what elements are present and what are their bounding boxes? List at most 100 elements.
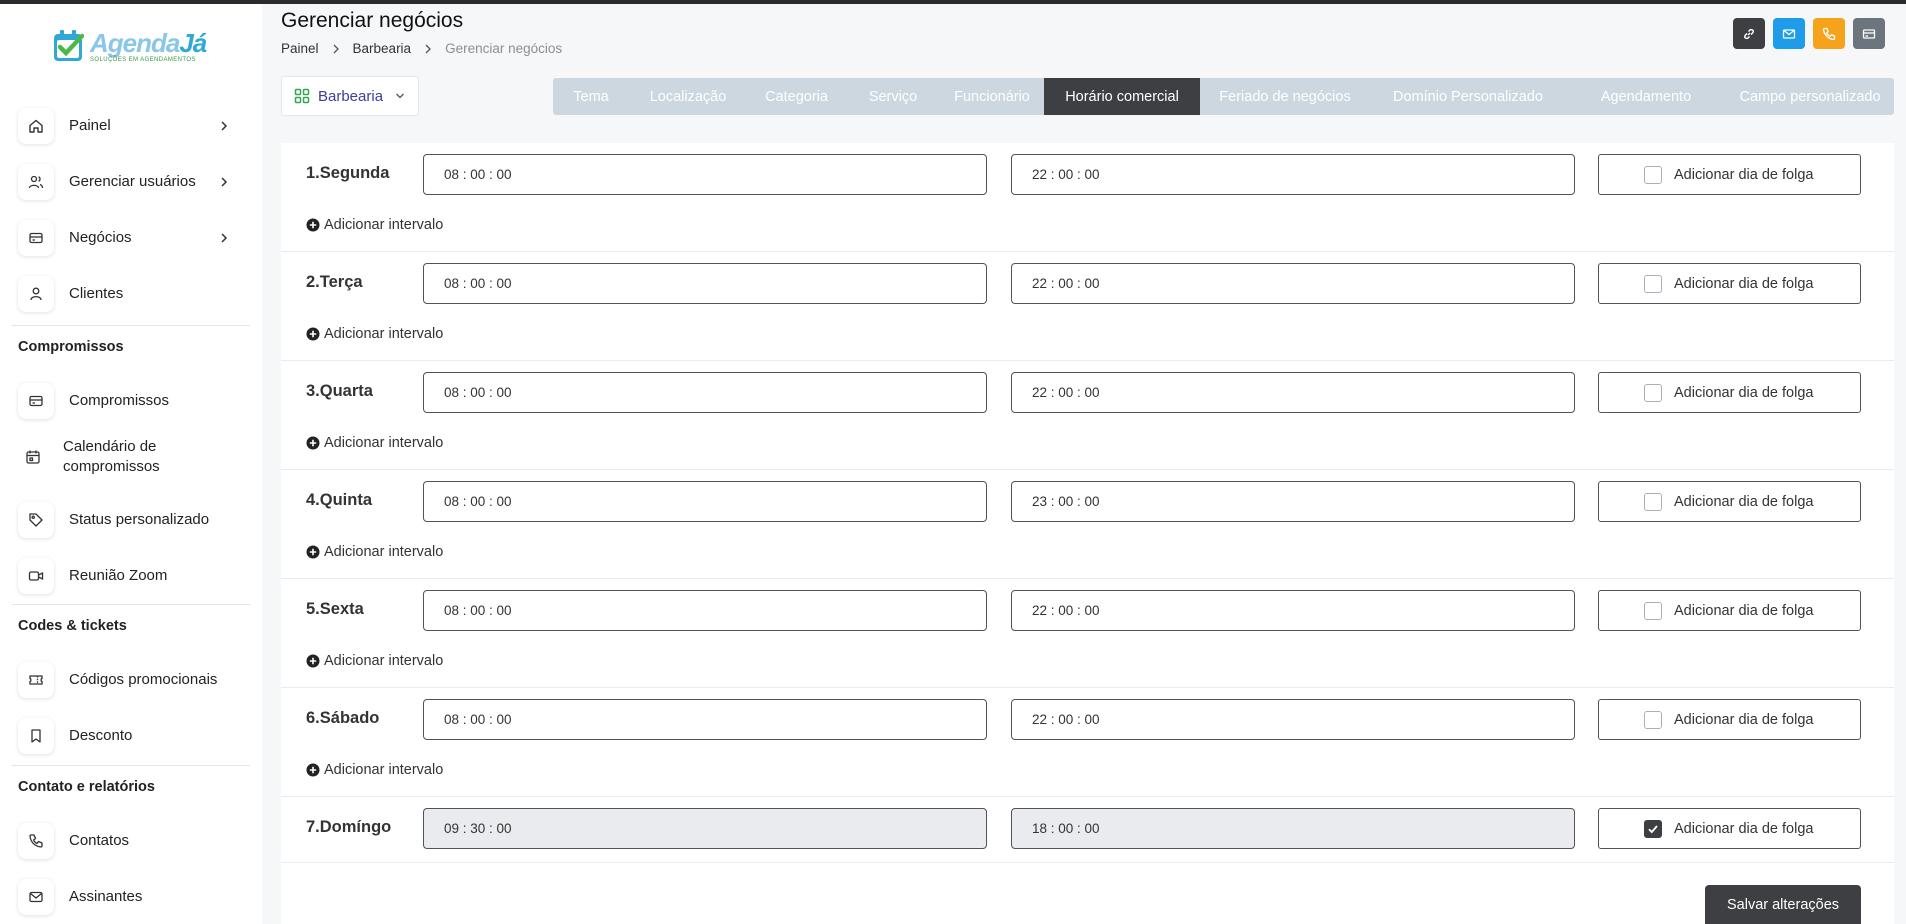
day-off-toggle[interactable]: Adicionar dia de folga: [1598, 372, 1861, 413]
breadcrumb-item[interactable]: Barbearia: [353, 41, 412, 56]
end-time-input[interactable]: 18 : 00 : 00: [1011, 808, 1575, 849]
day-off-label: Adicionar dia de folga: [1674, 275, 1814, 292]
breadcrumb-item[interactable]: Painel: [281, 41, 319, 56]
end-time-input[interactable]: 22 : 00 : 00: [1011, 699, 1575, 740]
business-select[interactable]: Barbearia: [281, 76, 419, 116]
sidebar-divider: [12, 765, 250, 766]
sidebar-item-compromissos[interactable]: Compromissos: [18, 379, 230, 423]
sidebar-item-gerenciar-usuarios[interactable]: Gerenciar usuários: [18, 160, 230, 204]
add-interval-button[interactable]: Adicionar intervalo: [306, 544, 443, 560]
day-off-checkbox[interactable]: [1644, 492, 1662, 511]
add-interval-button[interactable]: Adicionar intervalo: [306, 653, 443, 669]
sidebar-item-painel[interactable]: Painel: [18, 104, 230, 148]
email-button[interactable]: [1773, 18, 1805, 49]
start-time-input[interactable]: 08 : 00 : 00: [423, 372, 987, 413]
page-title: Gerenciar negócios: [281, 9, 464, 32]
logo-calendar-check-icon: [54, 30, 85, 61]
tab-tema[interactable]: Tema: [553, 78, 629, 115]
day-row-segunda: 1.Segunda 08 : 00 : 00 22 : 00 : 00 Adic…: [281, 143, 1894, 252]
end-time-input[interactable]: 22 : 00 : 00: [1011, 372, 1575, 413]
end-time-input[interactable]: 22 : 00 : 00: [1011, 154, 1575, 195]
phone-button[interactable]: [1813, 18, 1845, 49]
tab-funcionario[interactable]: Funcionário: [940, 78, 1044, 115]
end-time-input[interactable]: 22 : 00 : 00: [1011, 263, 1575, 304]
day-off-checkbox[interactable]: [1644, 165, 1662, 184]
logo-wordmark: AgendaJá: [90, 28, 207, 58]
start-time-input[interactable]: 08 : 00 : 00: [423, 263, 987, 304]
end-time-input[interactable]: 23 : 00 : 00: [1011, 481, 1575, 522]
tab-agendamento[interactable]: Agendamento: [1566, 78, 1726, 115]
add-interval-button[interactable]: Adicionar intervalo: [306, 762, 443, 778]
day-off-label: Adicionar dia de folga: [1674, 711, 1814, 728]
sidebar-item-label: Gerenciar usuários: [69, 173, 196, 190]
start-time-input[interactable]: 08 : 00 : 00: [423, 481, 987, 522]
add-interval-label: Adicionar intervalo: [324, 653, 444, 669]
chevron-right-icon: [333, 44, 339, 53]
day-label: 5.Sexta: [306, 600, 364, 618]
add-interval-button[interactable]: Adicionar intervalo: [306, 435, 443, 451]
day-label: 3.Quarta: [306, 382, 373, 400]
tab-categoria[interactable]: Categoria: [747, 78, 846, 115]
plus-circle-icon: [306, 763, 320, 777]
add-interval-label: Adicionar intervalo: [324, 326, 444, 342]
chevron-right-icon: [221, 177, 228, 187]
day-off-toggle[interactable]: Adicionar dia de folga: [1598, 481, 1861, 522]
day-off-checkbox[interactable]: [1644, 819, 1662, 838]
sidebar-item-clientes[interactable]: Clientes: [18, 272, 230, 316]
breadcrumb-current: Gerenciar negócios: [445, 41, 563, 56]
sidebar-item-desconto[interactable]: Desconto: [18, 714, 230, 758]
sidebar-item-status-personalizado[interactable]: Status personalizado: [18, 498, 230, 542]
tab-dominio-personalizado[interactable]: Domínio Personalizado: [1370, 78, 1566, 115]
sidebar-item-assinantes[interactable]: Assinantes: [18, 875, 230, 919]
start-time-input[interactable]: 08 : 00 : 00: [423, 699, 987, 740]
day-row-quarta: 3.Quarta 08 : 00 : 00 22 : 00 : 00 Adici…: [281, 361, 1894, 470]
users-icon: [18, 164, 54, 200]
tab-horario-comercial[interactable]: Horário comercial: [1044, 78, 1200, 115]
card-button[interactable]: [1853, 18, 1885, 49]
start-time-input[interactable]: 08 : 00 : 00: [423, 154, 987, 195]
day-off-label: Adicionar dia de folga: [1674, 384, 1814, 401]
phone-icon: [18, 823, 54, 859]
business-select-value: Barbearia: [318, 87, 384, 105]
day-label: 1.Segunda: [306, 164, 390, 182]
sidebar-section-title: Codes & tickets: [18, 618, 127, 634]
day-off-checkbox[interactable]: [1644, 383, 1662, 402]
save-changes-button[interactable]: Salvar alterações: [1705, 885, 1861, 924]
apps-grid-icon: [294, 88, 310, 104]
day-off-checkbox[interactable]: [1644, 601, 1662, 620]
mail-icon: [1782, 28, 1796, 39]
copy-link-button[interactable]: [1733, 18, 1765, 49]
add-interval-button[interactable]: Adicionar intervalo: [306, 326, 443, 342]
tab-localizacao[interactable]: Localização: [629, 78, 747, 115]
day-off-checkbox[interactable]: [1644, 274, 1662, 293]
sidebar-item-codigos-promocionais[interactable]: Códigos promocionais: [18, 658, 230, 702]
start-time-input[interactable]: 09 : 30 : 00: [423, 808, 987, 849]
window-top-bar: [0, 0, 1906, 4]
tab-feriado-de-negocios[interactable]: Feriado de negócios: [1200, 78, 1370, 115]
day-off-toggle[interactable]: Adicionar dia de folga: [1598, 808, 1861, 849]
day-off-checkbox[interactable]: [1644, 710, 1662, 729]
user-icon: [18, 276, 54, 312]
sidebar-item-label: Painel: [69, 117, 111, 134]
plus-circle-icon: [306, 327, 320, 341]
sidebar-item-reuniao-zoom[interactable]: Reunião Zoom: [18, 554, 230, 598]
tab-campo-personalizado[interactable]: Campo personalizado: [1726, 78, 1894, 115]
day-off-toggle[interactable]: Adicionar dia de folga: [1598, 699, 1861, 740]
app-logo[interactable]: AgendaJá SOLUÇÕES EM AGENDAMENTOS: [52, 24, 207, 72]
sidebar-item-contatos[interactable]: Contatos: [18, 819, 230, 863]
add-interval-label: Adicionar intervalo: [324, 435, 444, 451]
start-time-input[interactable]: 08 : 00 : 00: [423, 590, 987, 631]
sidebar: AgendaJá SOLUÇÕES EM AGENDAMENTOS Painel…: [0, 4, 262, 924]
sidebar-item-negocios[interactable]: Negócios: [18, 216, 230, 260]
tab-servico[interactable]: Serviço: [846, 78, 940, 115]
end-time-input[interactable]: 22 : 00 : 00: [1011, 590, 1575, 631]
day-row-terca: 2.Terça 08 : 00 : 00 22 : 00 : 00 Adicio…: [281, 252, 1894, 361]
sidebar-item-label: Status personalizado: [69, 511, 210, 528]
checkmark-icon: [1648, 824, 1658, 833]
day-off-label: Adicionar dia de folga: [1674, 166, 1814, 183]
day-off-toggle[interactable]: Adicionar dia de folga: [1598, 590, 1861, 631]
day-off-toggle[interactable]: Adicionar dia de folga: [1598, 154, 1861, 195]
add-interval-button[interactable]: Adicionar intervalo: [306, 217, 443, 233]
day-off-toggle[interactable]: Adicionar dia de folga: [1598, 263, 1861, 304]
sidebar-item-calendario[interactable]: Calendário de compromissos: [18, 435, 230, 479]
